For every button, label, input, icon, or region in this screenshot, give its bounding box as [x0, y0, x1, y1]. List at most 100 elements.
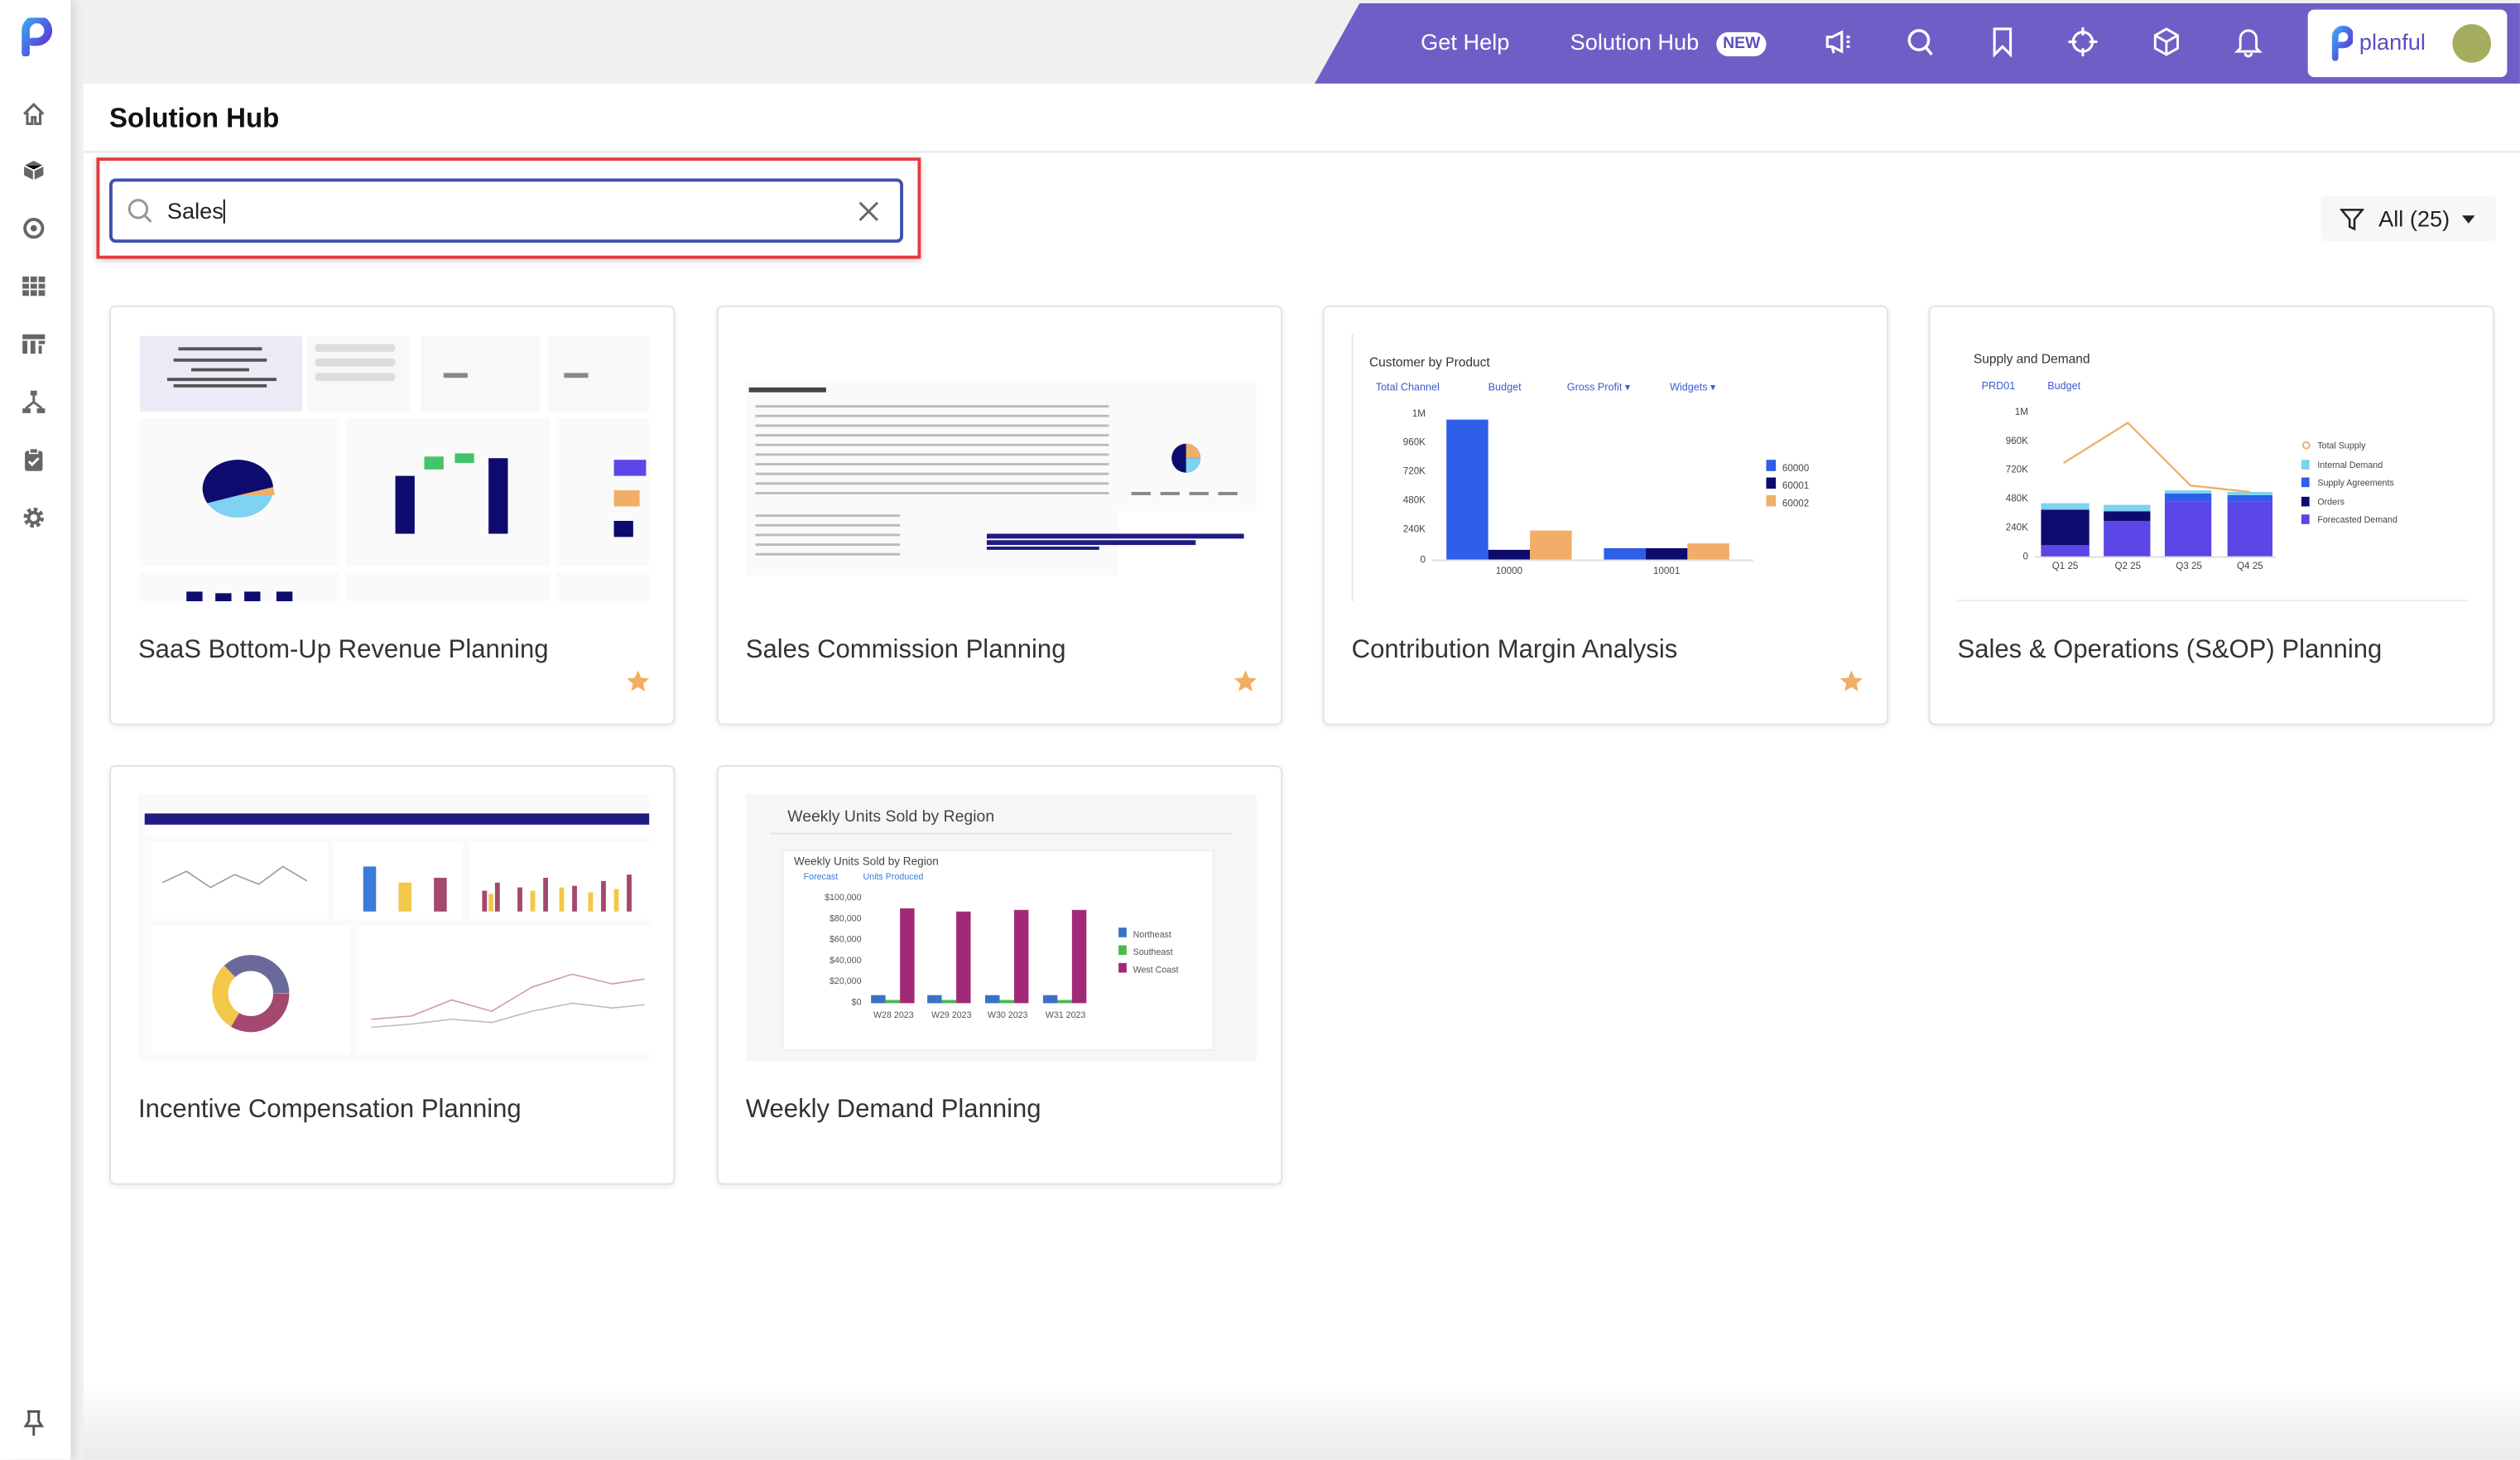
clipboard-check-icon[interactable]	[17, 444, 50, 476]
brand-name: planful	[2359, 28, 2426, 55]
favorite-star-icon[interactable]	[1234, 670, 1258, 693]
planful-logo-icon[interactable]	[21, 17, 53, 56]
card-title: Incentive Compensation Planning	[137, 1096, 522, 1124]
bar	[1071, 909, 1087, 1004]
solution-hub-link[interactable]: Solution Hub	[1570, 29, 1700, 55]
thumb-tab: Gross Profit ▾	[1567, 382, 1631, 393]
y-tick: 960K	[2006, 436, 2028, 446]
bar	[999, 1000, 1014, 1004]
bar	[927, 995, 942, 1004]
thumb-tab: Forecast	[804, 872, 838, 882]
thumb-title: Supply and Demand	[1974, 353, 2090, 367]
legend-item: Internal Demand	[2317, 460, 2383, 470]
y-tick: 480K	[1403, 495, 1426, 506]
x-tick: Q4 25	[2237, 561, 2263, 571]
bar	[1530, 530, 1572, 560]
bar	[941, 1000, 957, 1004]
filter-dropdown[interactable]: All (25)	[2320, 195, 2496, 242]
bar	[956, 911, 971, 1004]
bar	[1057, 1000, 1072, 1004]
cube-icon[interactable]	[17, 154, 50, 186]
y-tick: 720K	[1403, 466, 1426, 477]
get-help-link[interactable]: Get Help	[1421, 29, 1509, 55]
divider	[83, 151, 2520, 153]
crosshair-icon[interactable]	[2067, 26, 2099, 58]
card-title: Weekly Demand Planning	[745, 1096, 1041, 1124]
solution-card[interactable]: Customer by Product Total Channel Budget…	[1322, 305, 1889, 725]
user-menu[interactable]: planful	[2307, 9, 2508, 78]
search-icon[interactable]	[1904, 26, 1936, 58]
settings-icon[interactable]	[17, 502, 50, 534]
target-icon[interactable]	[17, 212, 50, 244]
y-tick: $20,000	[830, 976, 862, 986]
solution-card[interactable]: SaaS Bottom-Up Revenue Planning	[109, 305, 676, 725]
bar	[885, 1000, 901, 1004]
bar	[1488, 549, 1531, 560]
filter-icon	[2340, 209, 2364, 231]
thumb-tab: Total Channel	[1376, 382, 1440, 393]
x-tick: W29 2023	[931, 1010, 972, 1020]
sidebar	[0, 0, 71, 1460]
legend-item: Orders	[2317, 498, 2344, 508]
hierarchy-icon[interactable]	[17, 386, 50, 418]
thumb-inner-title: Weekly Units Sold by Region	[794, 855, 939, 867]
search-input[interactable]: Sales	[109, 178, 904, 243]
legend-item: Supply Agreements	[2317, 478, 2393, 488]
x-tick: Q3 25	[2176, 561, 2202, 571]
y-tick: $40,000	[830, 956, 862, 966]
search-icon	[127, 199, 152, 223]
card-thumbnail: Weekly Units Sold by Region Weekly Units…	[745, 794, 1258, 1062]
new-badge: NEW	[1716, 31, 1767, 56]
legend-item: Forecasted Demand	[2317, 515, 2397, 525]
card-title: SaaS Bottom-Up Revenue Planning	[137, 636, 549, 664]
home-icon[interactable]	[17, 98, 50, 130]
bottom-shadow	[83, 1382, 2520, 1460]
bar	[1645, 547, 1688, 560]
y-tick: 480K	[2006, 494, 2028, 504]
y-tick: 1M	[1412, 408, 1426, 419]
pin-icon[interactable]	[17, 1407, 50, 1439]
thumb-title: Weekly Units Sold by Region	[787, 807, 994, 826]
bar	[985, 995, 1000, 1004]
y-tick: 1M	[2015, 407, 2028, 417]
y-tick: $100,000	[825, 893, 862, 903]
solution-card[interactable]: Sales Commission Planning	[716, 305, 1283, 725]
bar	[900, 908, 915, 1004]
cube-icon[interactable]	[2150, 26, 2182, 58]
bar	[1013, 909, 1029, 1004]
thumb-tab: PRD01	[1982, 380, 2016, 392]
solution-card[interactable]: Weekly Units Sold by Region Weekly Units…	[716, 765, 1283, 1185]
x-tick: 10001	[1653, 566, 1680, 576]
favorite-star-icon[interactable]	[1840, 670, 1863, 693]
x-tick: W30 2023	[988, 1010, 1028, 1020]
solution-card[interactable]: Incentive Compensation Planning	[109, 765, 676, 1185]
bookmark-icon[interactable]	[1986, 26, 2018, 58]
megaphone-icon[interactable]	[1822, 26, 1854, 58]
y-tick: 720K	[2006, 465, 2028, 475]
legend-item: 60001	[1782, 480, 1809, 491]
bar	[1687, 543, 1729, 560]
legend-item: Total Supply	[2317, 441, 2366, 451]
clear-search-icon[interactable]	[858, 201, 879, 222]
dashboard-icon[interactable]	[17, 328, 50, 360]
bar	[1604, 547, 1646, 560]
page-title: Solution Hub	[109, 103, 280, 134]
thumb-tab: Units Produced	[863, 872, 923, 882]
card-thumbnail	[137, 334, 650, 602]
solution-card[interactable]: Supply and Demand PRD01 Budget 1M 960K 7…	[1928, 305, 2494, 725]
card-thumbnail: Customer by Product Total Channel Budget…	[1351, 334, 1863, 602]
card-thumbnail	[137, 794, 650, 1062]
favorite-star-icon[interactable]	[627, 670, 650, 693]
avatar[interactable]	[2452, 24, 2492, 63]
bar	[1446, 419, 1488, 560]
card-title: Sales & Operations (S&OP) Planning	[1957, 636, 2383, 664]
caret-down-icon	[2462, 215, 2475, 224]
grid-icon[interactable]	[17, 270, 50, 302]
planful-logo-icon	[2331, 26, 2354, 61]
legend-item: West Coast	[1133, 965, 1179, 975]
legend-item: Southeast	[1133, 947, 1173, 957]
bell-icon[interactable]	[2232, 26, 2264, 58]
y-tick: $80,000	[830, 913, 862, 923]
search-value: Sales	[166, 197, 225, 224]
x-tick: Q2 25	[2114, 561, 2141, 571]
